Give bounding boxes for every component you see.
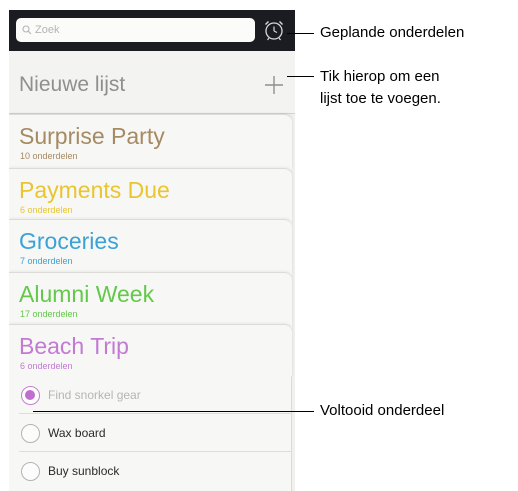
list-card[interactable]: Surprise Party 10 onderdelen	[9, 114, 292, 170]
list-title: Surprise Party	[19, 123, 165, 149]
reminder-row[interactable]: Wax board	[9, 414, 292, 452]
new-list-label: Nieuwe lijst	[19, 73, 126, 96]
list-count: 10 onderdelen	[20, 151, 78, 161]
list-card-expanded[interactable]: Beach Trip 6 onderdelen	[9, 324, 292, 377]
callout-completed: Voltooid onderdeel	[320, 402, 445, 419]
reminder-text[interactable]: Buy sunblock	[48, 464, 119, 478]
list-title: Alumni Week	[19, 281, 155, 307]
alarm-clock-icon[interactable]	[262, 18, 286, 42]
list-card[interactable]: Payments Due 6 onderdelen	[9, 168, 292, 224]
list-count: 6 onderdelen	[20, 361, 73, 371]
search-icon	[22, 25, 32, 35]
reminder-row[interactable]: Find snorkel gear	[9, 376, 292, 414]
checkbox[interactable]	[21, 462, 40, 481]
reminder-items: Find snorkel gear Wax board Buy sunblock	[9, 376, 292, 491]
callout-scheduled: Geplande onderdelen	[320, 24, 465, 41]
checkbox[interactable]	[21, 424, 40, 443]
completed-checkbox[interactable]	[21, 386, 40, 405]
list-title: Payments Due	[19, 177, 170, 203]
list-title: Groceries	[19, 228, 119, 254]
callout-add-list-line2: lijst toe te voegen.	[320, 90, 441, 107]
plus-icon[interactable]	[264, 75, 284, 95]
callout-line-add-list	[287, 76, 314, 77]
new-list-row[interactable]: Nieuwe lijst	[9, 51, 295, 114]
reminders-screen: Zoek Nieuwe lijst Surprise Party 10 onde	[9, 10, 295, 491]
list-title: Beach Trip	[19, 333, 129, 359]
list-count: 17 onderdelen	[20, 309, 78, 319]
callout-line-completed	[33, 411, 314, 412]
list-card[interactable]: Groceries 7 onderdelen	[9, 219, 292, 275]
top-bar: Zoek	[9, 10, 295, 51]
list-card[interactable]: Alumni Week 17 onderdelen	[9, 272, 292, 328]
list-count: 6 onderdelen	[20, 205, 73, 215]
callout-line-scheduled	[287, 33, 314, 34]
reminder-row[interactable]: Buy sunblock	[9, 452, 292, 490]
reminder-text[interactable]: Find snorkel gear	[48, 388, 141, 402]
list-count: 7 onderdelen	[20, 256, 73, 266]
search-placeholder: Zoek	[35, 24, 60, 36]
search-field[interactable]: Zoek	[16, 18, 255, 42]
reminder-text[interactable]: Wax board	[48, 426, 106, 440]
callout-add-list-line1: Tik hierop om een	[320, 68, 440, 85]
